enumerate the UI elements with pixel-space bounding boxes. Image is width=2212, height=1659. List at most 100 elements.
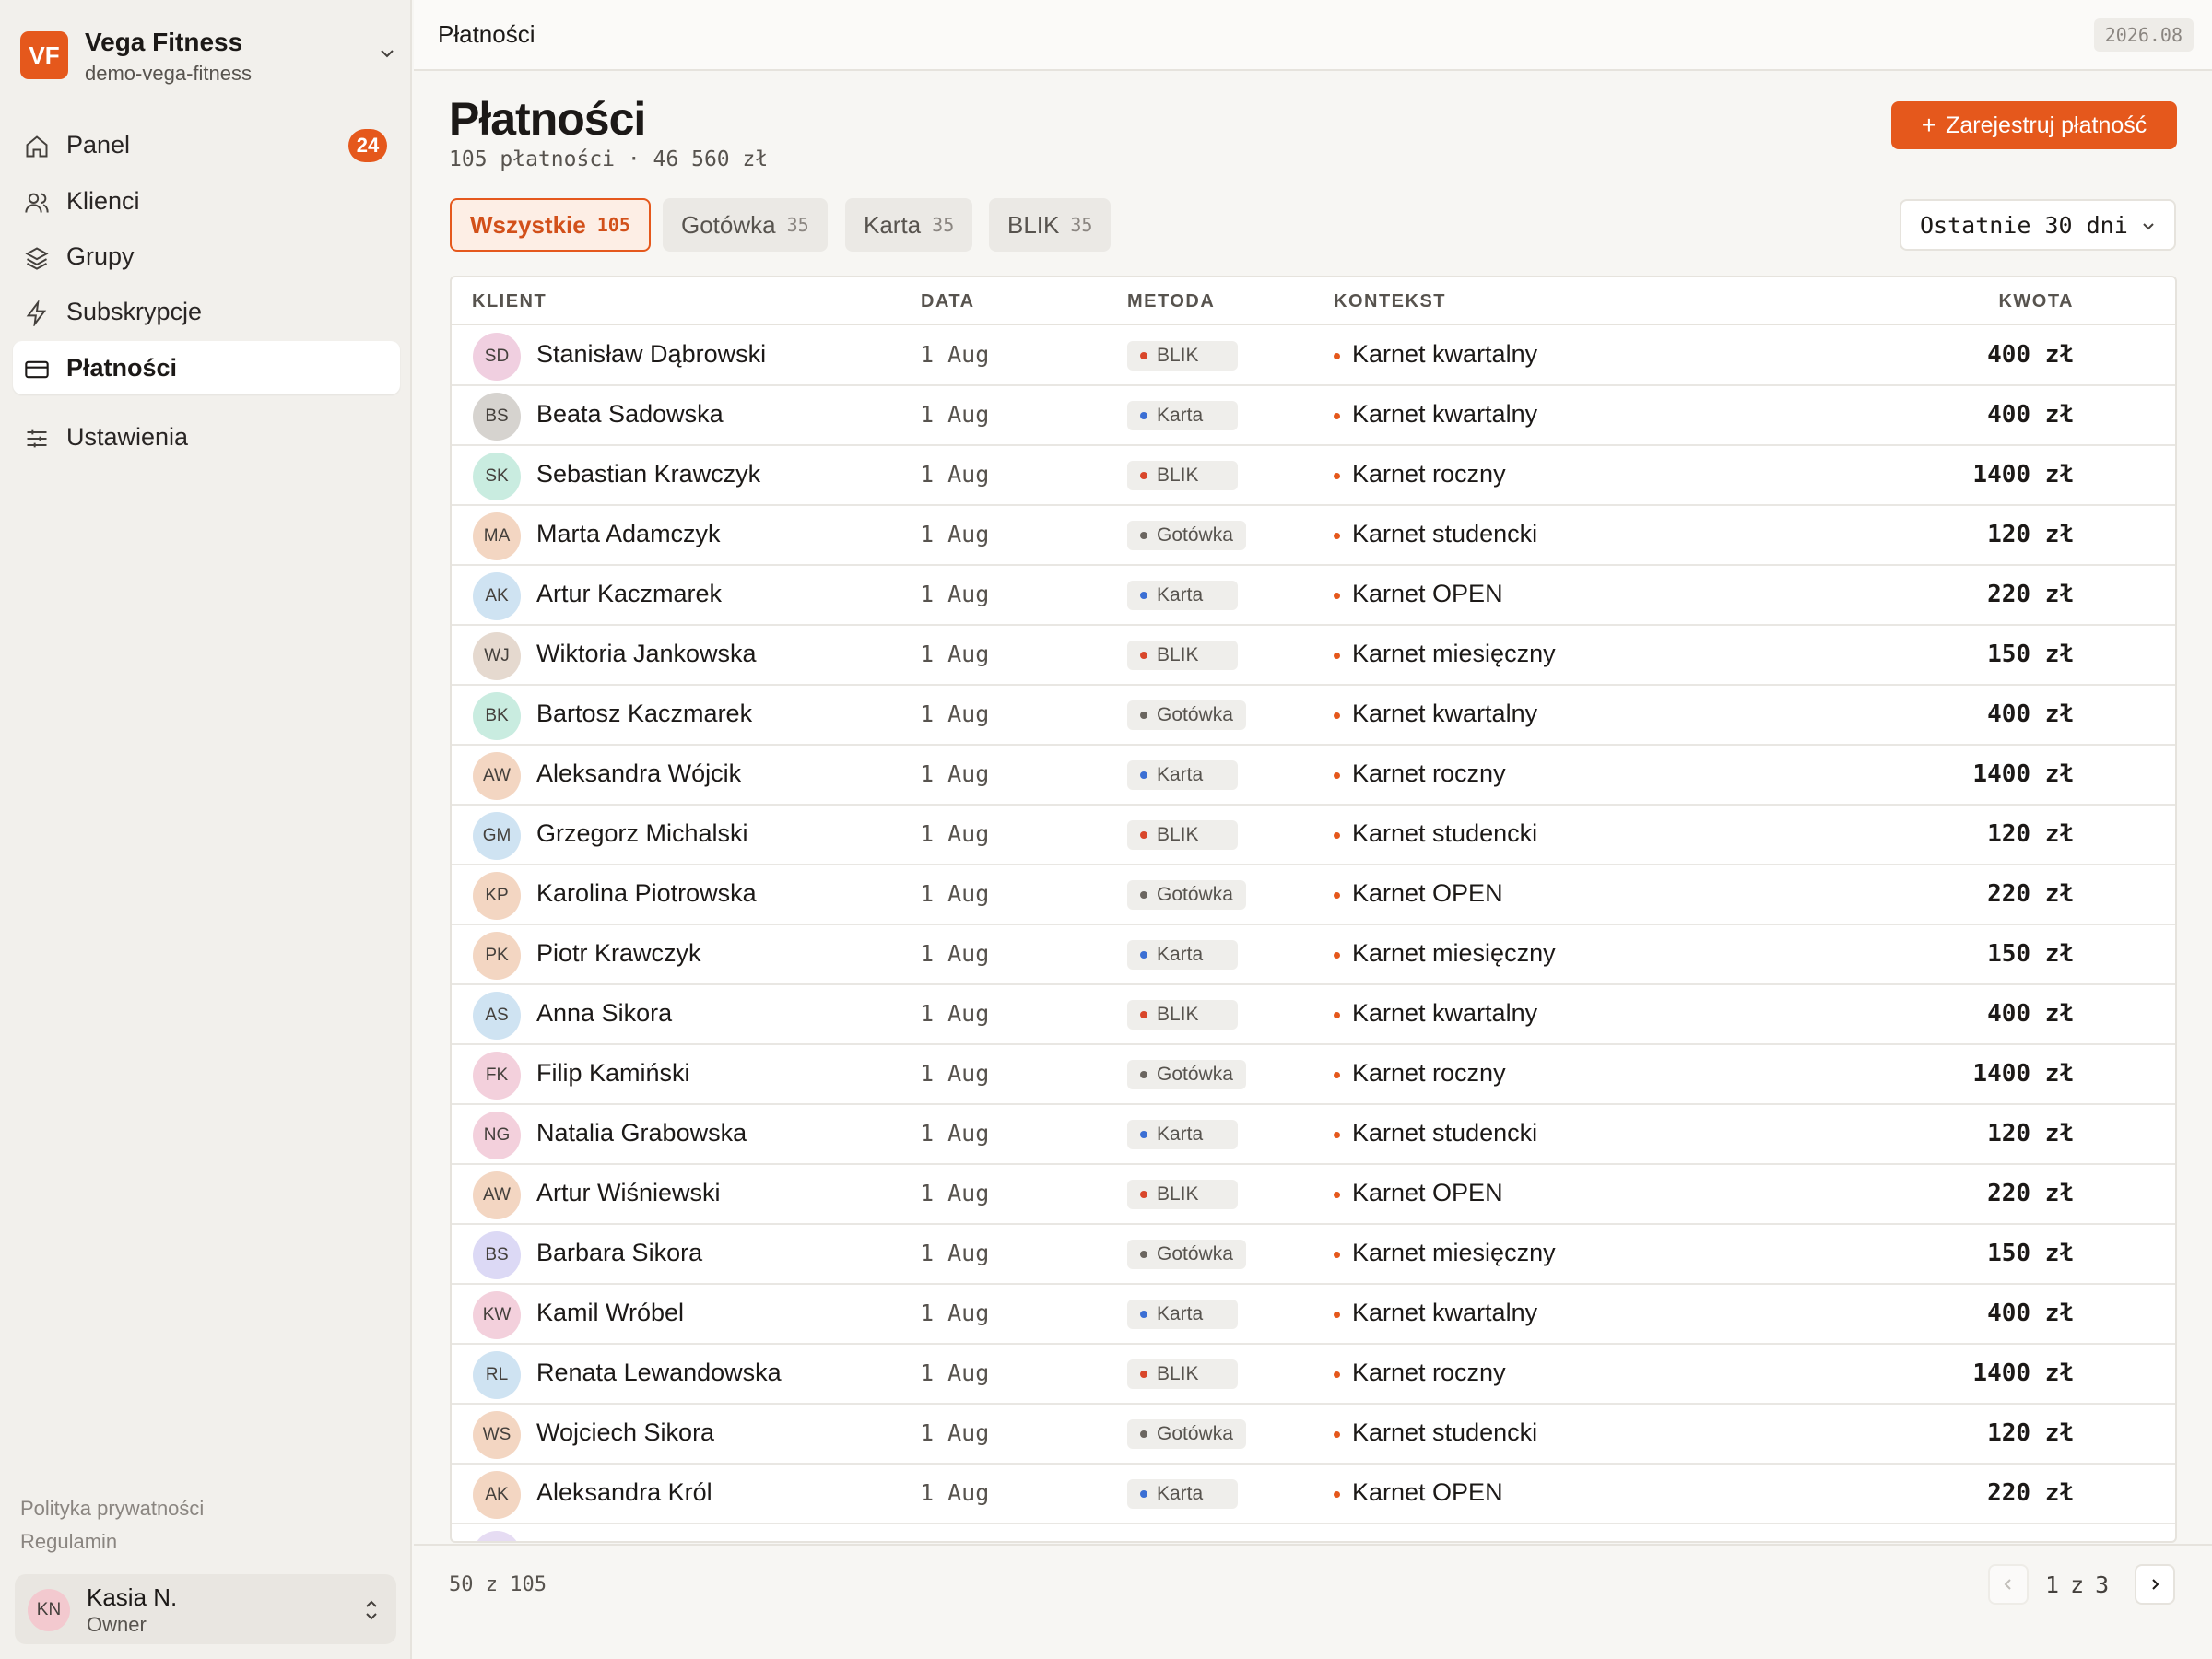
method-badge: Karta	[1127, 760, 1238, 790]
column-header-client[interactable]: KLIENT	[472, 291, 547, 312]
method-badge: Gotówka	[1127, 880, 1246, 910]
payment-context: Karnet kwartalny	[1334, 1299, 1537, 1327]
filter-tab-wszystkie[interactable]: Wszystkie 105	[450, 198, 651, 252]
avatar: NG	[473, 1112, 521, 1159]
table-row[interactable]: WS Wojciech Sikora 1 Aug Gotówka Karnet stud…	[452, 1405, 2175, 1465]
client-name[interactable]: Renata Lewandowska	[536, 1359, 782, 1387]
column-header-amount[interactable]: KWOTA	[1998, 291, 2074, 312]
column-header-method[interactable]: METODA	[1127, 291, 1215, 312]
sidebar-item-klienci[interactable]: Klienci	[13, 174, 400, 228]
table-row[interactable]: AW Aleksandra Wójcik 1 Aug Karta Karnet rocz…	[452, 746, 2175, 806]
chevron-updown-icon	[366, 1600, 377, 1620]
date-range-select[interactable]: Ostatnie 30 dni	[1900, 199, 2176, 251]
next-page-button[interactable]	[2135, 1564, 2175, 1605]
page-indicator: 1 z 3	[2045, 1571, 2109, 1598]
method-label: Karta	[1157, 944, 1204, 965]
table-row[interactable]: SK Sebastian Krawczyk 1 Aug BLIK Karnet rocz…	[452, 446, 2175, 506]
table-row[interactable]: PK Piotr Krawczyk 1 Aug Karta Karnet miesięc…	[452, 925, 2175, 985]
sidebar-item-label: Płatności	[66, 353, 178, 382]
column-header-context[interactable]: KONTEKST	[1334, 291, 1446, 312]
client-name[interactable]: Wojciech Sikora	[536, 1418, 714, 1447]
table-row[interactable]: AS Anna Sikora 1 Aug BLIK Karnet kwartalny 40…	[452, 985, 2175, 1045]
client-name[interactable]: Artur Kaczmarek	[536, 580, 722, 608]
method-badge: Karta	[1127, 940, 1238, 970]
client-name[interactable]: Marta Adamczyk	[536, 520, 721, 548]
context-dot	[1334, 473, 1340, 479]
filter-tab-blik[interactable]: BLIK 35	[989, 198, 1112, 252]
client-name[interactable]: Bartosz Kaczmarek	[536, 700, 752, 728]
context-label: Karnet studencki	[1352, 520, 1538, 547]
payment-date: 1 Aug	[920, 521, 990, 547]
payment-amount: 150 zł	[1987, 641, 2074, 668]
table-row[interactable]: BS Barbara Sikora 1 Aug Gotówka Karnet miesi…	[452, 1225, 2175, 1285]
client-name[interactable]: Beata Sadowska	[536, 400, 724, 429]
payment-context: Karnet miesięczny	[1334, 1239, 1556, 1267]
payment-amount: 120 zł	[1987, 521, 2074, 548]
page-subtitle: 105 płatności · 46 560 zł	[449, 147, 769, 171]
client-name[interactable]: Wiktoria Jankowska	[536, 640, 757, 668]
client-name[interactable]: Piotr Krawczyk	[536, 939, 701, 968]
method-dot	[1140, 1490, 1147, 1498]
table-row[interactable]: WJ Wiktoria Jankowska 1 Aug BLIK Karnet mies…	[452, 626, 2175, 686]
filter-tab-count: 105	[596, 214, 630, 236]
table-row[interactable]	[452, 1524, 2175, 1541]
table-row[interactable]: AW Artur Wiśniewski 1 Aug BLIK Karnet OPEN 22…	[452, 1165, 2175, 1225]
payment-amount: 220 zł	[1987, 1479, 2074, 1507]
sidebar-item-grupy[interactable]: Grupy	[13, 229, 400, 283]
terms-link[interactable]: Regulamin	[20, 1530, 117, 1554]
privacy-policy-link[interactable]: Polityka prywatności	[20, 1497, 204, 1521]
context-label: Karnet OPEN	[1352, 580, 1503, 607]
register-payment-button[interactable]: + Zarejestruj płatność	[1891, 101, 2177, 149]
context-dot	[1334, 1431, 1340, 1438]
table-row[interactable]: FK Filip Kamiński 1 Aug Gotówka Karnet roczn…	[452, 1045, 2175, 1105]
table-row[interactable]: NG Natalia Grabowska 1 Aug Karta Karnet stud…	[452, 1105, 2175, 1165]
context-label: Karnet OPEN	[1352, 879, 1503, 907]
user-menu[interactable]: KN Kasia N. Owner	[15, 1574, 396, 1644]
client-name[interactable]: Grzegorz Michalski	[536, 819, 748, 848]
table-row[interactable]: GM Grzegorz Michalski 1 Aug BLIK Karnet stud…	[452, 806, 2175, 865]
client-name[interactable]: Anna Sikora	[536, 999, 672, 1028]
avatar: SK	[473, 453, 521, 500]
filter-tab-karta[interactable]: Karta 35	[845, 198, 973, 252]
table-row[interactable]: MA Marta Adamczyk 1 Aug Gotówka Karnet stude…	[452, 506, 2175, 566]
sidebar-item-platnosci[interactable]: Płatności	[13, 341, 400, 394]
method-label: BLIK	[1157, 345, 1199, 366]
table-row[interactable]: SD Stanisław Dąbrowski 1 Aug BLIK Karnet kwa…	[452, 326, 2175, 386]
table-row[interactable]: AK Aleksandra Król 1 Aug Karta Karnet OPEN 22…	[452, 1465, 2175, 1524]
table-row[interactable]: RL Renata Lewandowska 1 Aug BLIK Karnet rocz…	[452, 1345, 2175, 1405]
context-dot	[1334, 1192, 1340, 1198]
client-name[interactable]: Aleksandra Wójcik	[536, 759, 741, 788]
table-row[interactable]: KP Karolina Piotrowska 1 Aug Gotówka Karnet …	[452, 865, 2175, 925]
client-name[interactable]: Filip Kamiński	[536, 1059, 690, 1088]
filter-tab-count: 35	[932, 214, 955, 236]
prev-page-button[interactable]	[1988, 1564, 2029, 1605]
payment-date: 1 Aug	[920, 1300, 990, 1326]
workspace-switcher[interactable]: VF Vega Fitness demo-vega-fitness	[20, 28, 398, 88]
client-name[interactable]: Kamil Wróbel	[536, 1299, 684, 1327]
sidebar-item-ustawienia[interactable]: Ustawienia	[13, 410, 400, 464]
client-name[interactable]: Barbara Sikora	[536, 1239, 702, 1267]
client-name[interactable]: Aleksandra Król	[536, 1478, 712, 1507]
payment-context: Karnet kwartalny	[1334, 400, 1537, 429]
table-row[interactable]: BK Bartosz Kaczmarek 1 Aug Gotówka Karnet kw…	[452, 686, 2175, 746]
client-name[interactable]: Stanisław Dąbrowski	[536, 340, 766, 369]
client-name[interactable]: Karolina Piotrowska	[536, 879, 757, 908]
client-name[interactable]: Artur Wiśniewski	[536, 1179, 721, 1207]
payment-date: 1 Aug	[920, 461, 990, 488]
context-dot	[1334, 712, 1340, 719]
filter-tab-gotowka[interactable]: Gotówka 35	[663, 198, 828, 252]
sidebar-item-subskrypcje[interactable]: Subskrypcje	[13, 285, 400, 338]
context-dot	[1334, 1491, 1340, 1498]
context-label: Karnet miesięczny	[1352, 939, 1556, 967]
column-header-date[interactable]: DATA	[921, 291, 975, 312]
client-name[interactable]: Natalia Grabowska	[536, 1119, 747, 1147]
table-row[interactable]: AK Artur Kaczmarek 1 Aug Karta Karnet OPEN 22…	[452, 566, 2175, 626]
table-row[interactable]: BS Beata Sadowska 1 Aug Karta Karnet kwartal…	[452, 386, 2175, 446]
chevron-down-icon	[2143, 223, 2154, 230]
method-dot	[1140, 951, 1147, 959]
client-name[interactable]: Sebastian Krawczyk	[536, 460, 760, 488]
sidebar-item-panel[interactable]: Panel 24	[13, 118, 400, 171]
context-label: Karnet kwartalny	[1352, 340, 1538, 368]
context-dot	[1334, 832, 1340, 839]
table-row[interactable]: KW Kamil Wróbel 1 Aug Karta Karnet kwartalny…	[452, 1285, 2175, 1345]
